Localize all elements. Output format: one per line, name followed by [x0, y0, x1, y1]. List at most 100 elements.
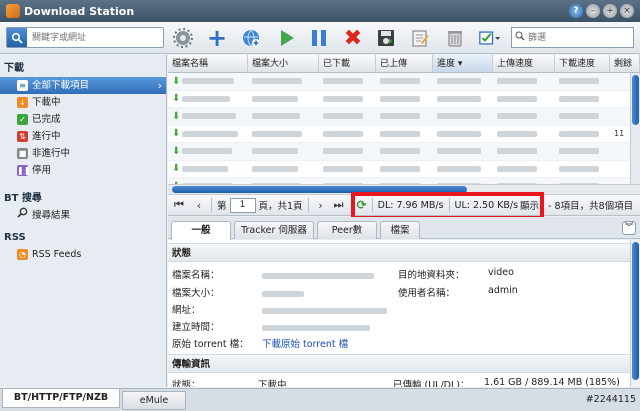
table-row[interactable]: ⬇ — [168, 91, 640, 108]
url-label: 網址： — [172, 305, 201, 316]
divider — [211, 198, 212, 212]
window-controls: ? – + × — [569, 4, 634, 18]
sidebar-item-active[interactable]: ⇅ 進行中 — [0, 128, 166, 145]
table-row[interactable]: ⬇ 11 — [168, 126, 640, 143]
column-download-speed[interactable]: 下載速度 — [555, 55, 610, 72]
sidebar-item-label: RSS Feeds — [32, 249, 82, 260]
sidebar-item-inactive[interactable]: ■ 非進行中 — [0, 145, 166, 162]
downloading-arrow-icon: ⬇ — [172, 93, 181, 105]
app-title: Download Station — [24, 4, 135, 18]
filename-value — [262, 270, 374, 281]
sidebar: 下載 ≡ 全部下載項目 › ↓ 下載中 ✓ 已完成 ⇅ 進行中 ■ 非進行中 ❚… — [0, 55, 167, 387]
search-box — [6, 27, 164, 48]
sidebar-item-rss-feeds[interactable]: ◔ RSS Feeds — [0, 246, 166, 263]
trash-icon[interactable] — [444, 27, 466, 49]
redacted-value — [380, 95, 420, 102]
state-label: 狀態： — [172, 380, 201, 387]
first-page-icon[interactable]: ⏮ — [172, 198, 186, 212]
username-value: admin — [488, 285, 518, 296]
search-input[interactable] — [27, 28, 159, 47]
close-button[interactable]: × — [620, 4, 634, 18]
image-id-watermark: #2244115 — [585, 394, 636, 405]
add-icon[interactable]: + — [206, 24, 228, 52]
checklist-icon[interactable] — [479, 27, 501, 49]
tab-tracker[interactable]: Tracker 伺服器 — [234, 221, 314, 239]
sidebar-item-downloading[interactable]: ↓ 下載中 — [0, 94, 166, 111]
scrollbar-thumb[interactable] — [632, 75, 639, 125]
downloading-arrow-icon: ⬇ — [172, 128, 181, 140]
next-page-icon[interactable]: › — [314, 199, 328, 212]
tab-bt-http-ftp-nzb[interactable]: BT/HTTP/FTP/NZB — [2, 389, 120, 408]
pagination-bar: ⏮ ‹ 第 1 頁，共1頁 › ⏭ ⟳ DL: 7.96 MB/s UL: 2.… — [168, 192, 640, 220]
column-uploaded[interactable]: 已上傳 — [376, 55, 433, 72]
pause-icon[interactable] — [308, 27, 330, 49]
vertical-scrollbar[interactable] — [630, 73, 640, 184]
last-page-icon[interactable]: ⏭ — [332, 198, 346, 212]
column-downloaded[interactable]: 已下載 — [319, 55, 376, 72]
redacted-filename — [182, 130, 239, 137]
created-label: 建立時間： — [172, 322, 220, 333]
redacted-value — [380, 148, 420, 155]
add-url-icon[interactable] — [240, 27, 262, 49]
scrollbar-thumb[interactable] — [632, 242, 639, 380]
column-remaining[interactable]: 剩餘 — [610, 55, 640, 72]
save-icon[interactable] — [375, 27, 397, 49]
filter-input[interactable] — [528, 28, 632, 47]
detail-tabs: 一般 Tracker 伺服器 Peer數 檔案 ︾ — [168, 217, 640, 240]
redacted-value — [497, 95, 537, 102]
redacted-filename — [182, 165, 229, 172]
sidebar-item-search-results[interactable]: 搜尋結果 — [0, 207, 166, 224]
redacted-value — [323, 113, 363, 120]
tab-peers[interactable]: Peer數 — [317, 221, 377, 239]
redacted-value — [497, 165, 537, 172]
sidebar-item-completed[interactable]: ✓ 已完成 — [0, 111, 166, 128]
detail-scrollbar[interactable] — [630, 240, 640, 387]
edit-icon[interactable] — [409, 27, 431, 49]
status-section-header: 狀態 — [168, 243, 640, 262]
table-row[interactable]: ⬇ — [168, 161, 640, 178]
state-value: 下載中 — [258, 380, 287, 387]
collapse-icon[interactable]: ︾ — [622, 221, 636, 235]
column-progress[interactable]: 進度 ▾ — [433, 55, 493, 72]
redacted-value — [380, 78, 420, 85]
help-button[interactable]: ? — [569, 4, 583, 18]
redacted-filename — [182, 95, 231, 102]
sidebar-item-all-downloads[interactable]: ≡ 全部下載項目 › — [0, 77, 166, 94]
column-filesize[interactable]: 檔案大小 — [248, 55, 319, 72]
list-icon: ≡ — [17, 80, 28, 91]
column-filename[interactable]: 檔案名稱 — [168, 55, 248, 72]
redacted-value — [380, 130, 420, 137]
tab-general[interactable]: 一般 — [171, 221, 231, 240]
resume-icon[interactable] — [276, 27, 298, 49]
minimize-button[interactable]: – — [586, 4, 600, 18]
redacted-value — [497, 148, 537, 155]
redacted-value — [323, 148, 363, 155]
chevron-right-icon: › — [157, 79, 162, 92]
download-table: 檔案名稱 檔案大小 已下載 已上傳 進度 ▾ 上傳速度 下載速度 剩餘 ⬇ ⬇ — [168, 55, 640, 194]
settings-icon[interactable] — [172, 27, 194, 49]
column-upload-speed[interactable]: 上傳速度 — [493, 55, 555, 72]
delete-icon[interactable]: ✖ — [342, 26, 364, 51]
sort-desc-icon: ▾ — [457, 59, 463, 69]
username-label: 使用者名稱： — [398, 288, 456, 299]
maximize-button[interactable]: + — [603, 4, 617, 18]
destination-label: 目的地資料夾： — [398, 270, 465, 281]
tab-files[interactable]: 檔案 — [380, 221, 420, 239]
page-number-input[interactable]: 1 — [229, 197, 256, 213]
redacted-value — [497, 113, 537, 120]
sidebar-item-stopped[interactable]: ❚❚ 停用 — [0, 162, 166, 179]
prev-page-icon[interactable]: ‹ — [192, 199, 206, 212]
table-row[interactable]: ⬇ — [168, 143, 640, 161]
table-row[interactable]: ⬇ — [168, 73, 640, 91]
sidebar-item-label: 已完成 — [32, 114, 61, 125]
filter-box — [511, 27, 634, 48]
download-torrent-link[interactable]: 下載原始 torrent 檔 — [262, 336, 348, 350]
downloading-arrow-icon: ⬇ — [172, 110, 181, 122]
sidebar-rss-header: RSS — [4, 232, 26, 243]
download-arrow-icon: ↓ — [17, 97, 28, 108]
detail-panel: 狀態 檔案名稱： 檔案大小： 網址： 建立時間： 原始 torrent 檔： 下… — [168, 240, 640, 387]
search-icon[interactable] — [7, 28, 27, 47]
table-row[interactable]: ⬇ — [168, 108, 640, 126]
tab-emule[interactable]: eMule — [122, 391, 186, 410]
toolbar: + ✖ — [0, 22, 640, 54]
